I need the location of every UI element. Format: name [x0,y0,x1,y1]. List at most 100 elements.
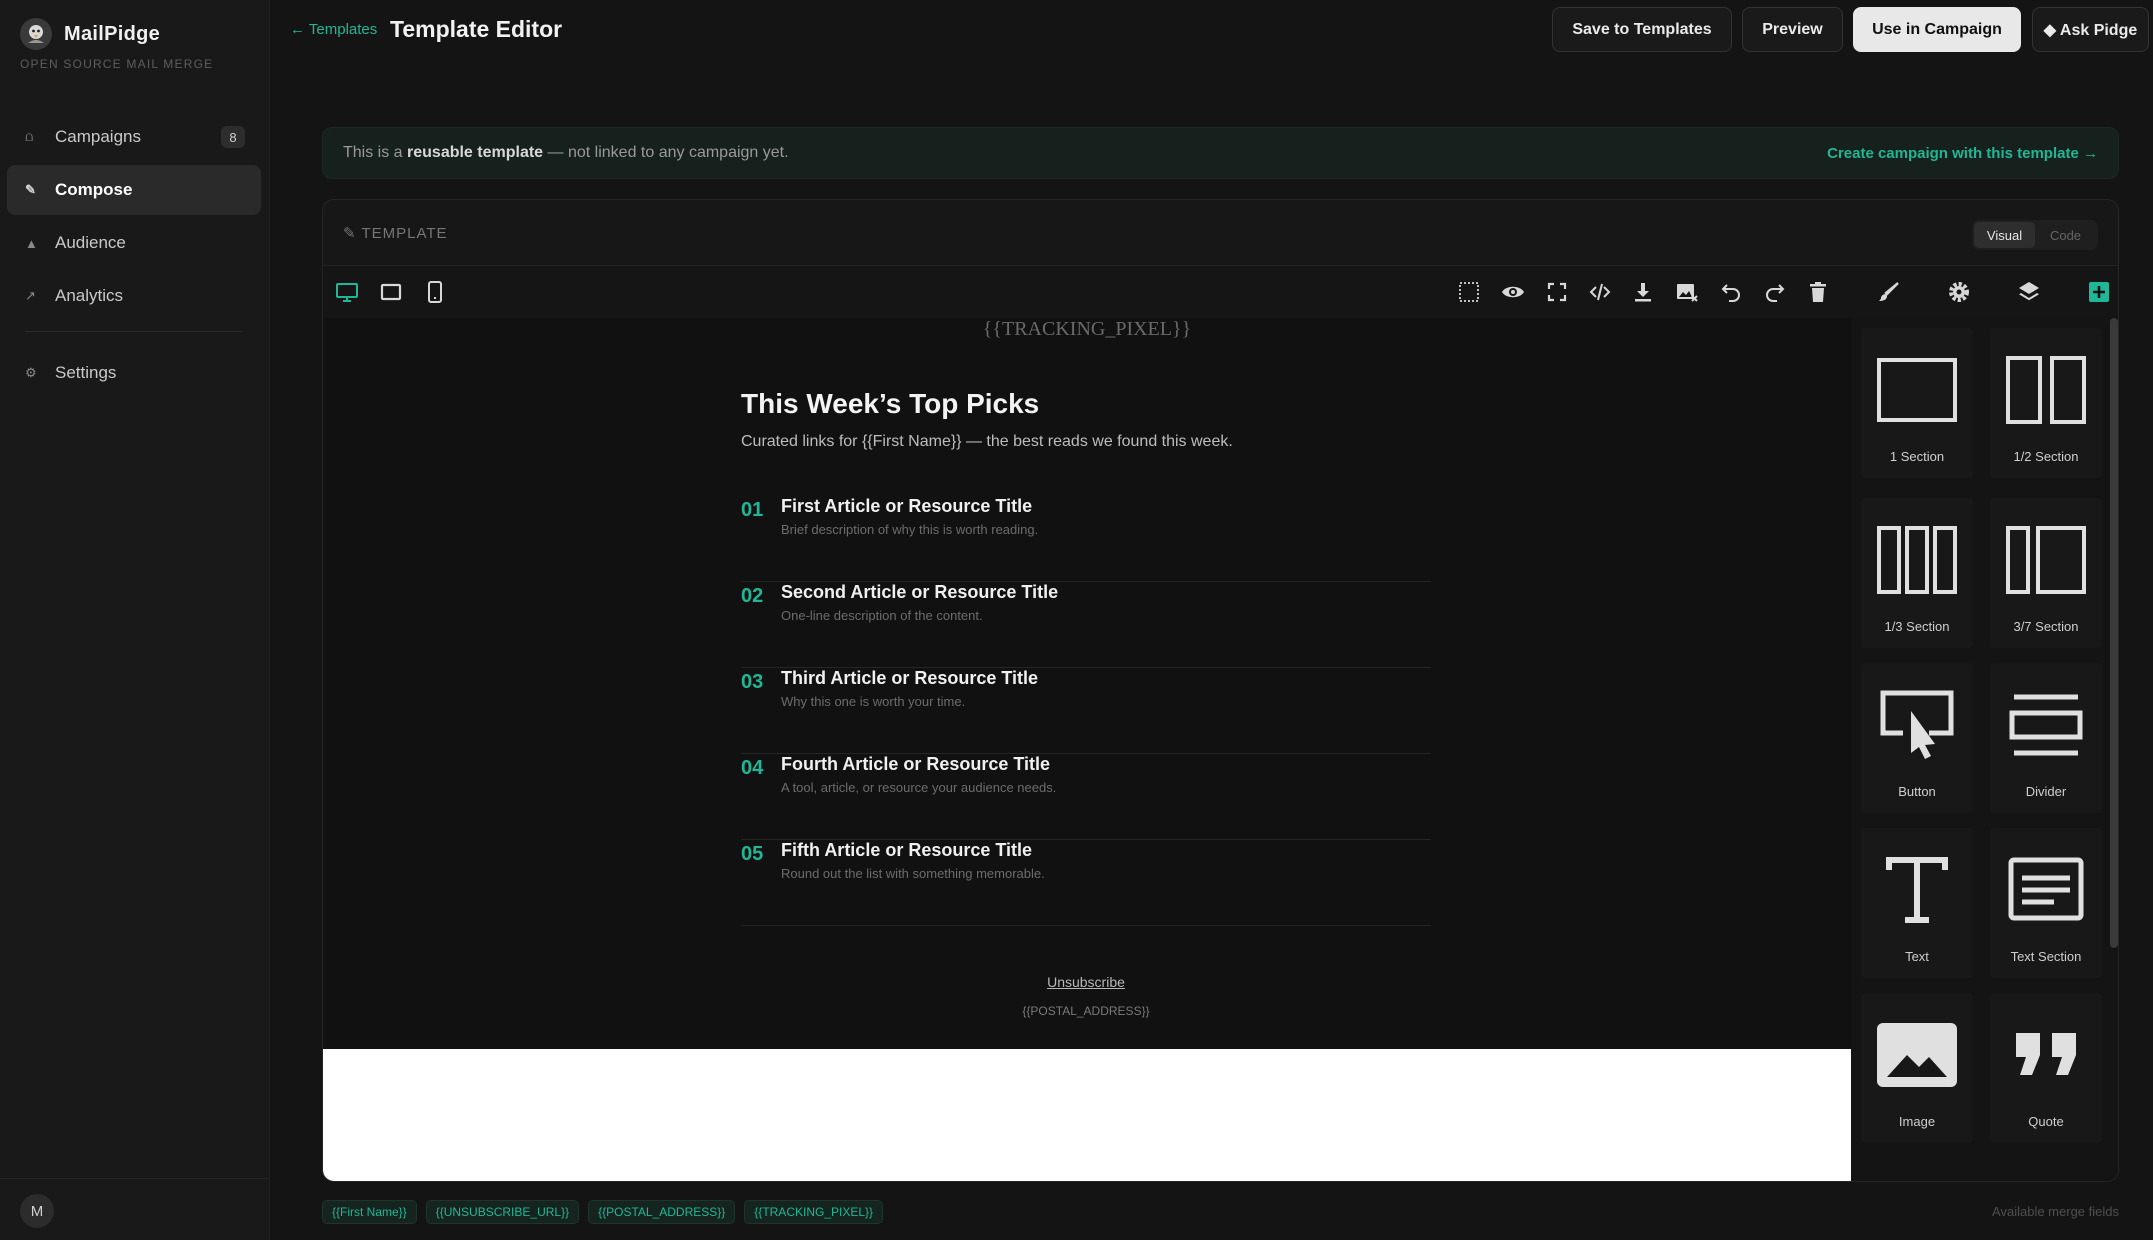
block-button[interactable]: Button [1861,663,1973,813]
create-campaign-link[interactable]: Create campaign with this template → [1827,145,2098,162]
block-three-seven-section[interactable]: 3/7 Section [1990,498,2102,648]
article-number: 01 [741,499,764,521]
email-canvas[interactable]: {{TRACKING_PIXEL}} This Week’s Top Picks… [323,318,1851,1181]
merge-chip-unsubscribe-url[interactable]: {{UNSUBSCRIBE_URL}} [425,1200,580,1224]
desktop-view-icon[interactable] [333,278,361,306]
merge-chip-first-name[interactable]: {{First Name}} [322,1200,417,1224]
brand[interactable]: MailPidge [20,18,160,50]
email-subtitle[interactable]: Curated links for {{First Name}} — the b… [741,433,1431,451]
tablet-view-icon[interactable] [377,278,405,306]
save-to-templates-button[interactable]: Save to Templates [1552,7,1732,52]
use-in-campaign-button[interactable]: Use in Campaign [1853,7,2021,52]
unsubscribe-link[interactable]: Unsubscribe [741,974,1431,990]
article-title: Second Article or Resource Title [781,582,1059,602]
text-block-icon [1886,857,1948,923]
sidebar-item-settings[interactable]: ⚙ Settings [7,348,261,398]
email-footer: Unsubscribe {{POSTAL_ADDRESS}} [741,974,1431,1018]
list-item[interactable]: 05 Fifth Article or Resource Title Round… [741,840,1431,926]
block-quote[interactable]: Quote [1990,993,2102,1143]
list-item[interactable]: 04 Fourth Article or Resource Title A to… [741,754,1431,840]
back-to-templates-link[interactable]: ← Templates [290,21,377,38]
gear-icon: ⚙ [25,365,37,380]
block-label: Image [1898,1114,1936,1129]
pigeon-logo-icon [20,18,52,50]
sidebar-item-compose[interactable]: ✎ Compose [7,165,261,215]
block-image[interactable]: Image [1861,993,1973,1143]
header: ← Templates Template Editor Save to Temp… [270,0,2153,60]
quote-block-icon [2016,1033,2076,1075]
merge-fields-hint: Available merge fields [1992,1204,2119,1219]
article-title: Third Article or Resource Title [781,668,1039,688]
avatar[interactable]: M [20,1194,54,1228]
sidebar-item-label: Analytics [55,286,124,305]
block-label: Button [1898,784,1936,799]
list-item[interactable]: 01 First Article or Resource Title Brief… [741,496,1431,582]
half-section-icon [2006,356,2086,424]
third-section-icon [1877,526,1957,594]
mobile-view-icon[interactable] [421,278,449,306]
mode-code-tab[interactable]: Code [2035,222,2096,248]
sidebar-item-campaigns[interactable]: ⩍ Campaigns 8 [7,112,261,162]
download-icon[interactable] [1629,278,1657,306]
block-label: Quote [2028,1114,2064,1129]
code-view-icon[interactable] [1586,278,1614,306]
block-label: Divider [2025,784,2067,799]
sidebar-item-label: Settings [55,363,117,382]
email-title[interactable]: This Week’s Top Picks [741,388,1431,420]
editor-label: ✎ TEMPLATE [343,225,448,242]
remove-image-icon[interactable] [1673,278,1701,306]
block-label: 3/7 Section [2013,619,2079,634]
block-label: 1/3 Section [1884,619,1950,634]
article-number: 05 [741,843,764,865]
block-one-section[interactable]: 1 Section [1861,328,1973,478]
article-description: Brief description of why this is worth r… [781,522,1039,537]
app-name: MailPidge [64,22,161,45]
block-label: 1/2 Section [2013,449,2079,464]
sidebar-item-analytics[interactable]: ↗ Analytics [7,271,261,321]
merge-chip-tracking-pixel[interactable]: {{TRACKING_PIXEL}} [744,1200,884,1224]
postal-address: {{POSTAL_ADDRESS}} [1022,1004,1150,1018]
settings-gear-icon[interactable] [1945,278,1973,306]
brush-style-icon[interactable] [1875,278,1903,306]
tracking-pixel-placeholder: {{TRACKING_PIXEL}} [982,318,1192,340]
block-label: Text Section [2010,949,2082,964]
article-number: 03 [741,671,764,693]
app-tagline: OPEN SOURCE MAIL MERGE [20,57,214,71]
block-label: Text [1905,949,1929,964]
one-section-icon [1877,358,1957,422]
sidebar-item-label: Campaigns [55,127,141,146]
mode-toggle: Visual Code [1972,220,2098,250]
article-title: First Article or Resource Title [781,496,1033,516]
list-item[interactable]: 03 Third Article or Resource Title Why t… [741,668,1431,754]
merge-chip-postal-address[interactable]: {{POSTAL_ADDRESS}} [588,1200,736,1224]
editor-toolbar [323,266,2118,318]
select-outline-icon[interactable] [1455,278,1483,306]
block-third-section[interactable]: 1/3 Section [1861,498,1973,648]
block-half-section[interactable]: 1/2 Section [1990,328,2102,478]
fullscreen-icon[interactable] [1543,278,1571,306]
add-block-icon[interactable] [2085,278,2113,306]
blocks-scrollbar[interactable] [2110,318,2118,948]
block-divider[interactable]: Divider [1990,663,2102,813]
layers-icon[interactable] [2015,278,2043,306]
article-description: One-line description of the content. [781,608,983,623]
article-title: Fourth Article or Resource Title [781,754,1051,774]
page-title: Template Editor [390,16,563,42]
block-text-section[interactable]: Text Section [1990,828,2102,978]
template-info-banner: This is a reusable template — not linked… [322,127,2119,179]
article-title: Fifth Article or Resource Title [781,840,1033,860]
eye-preview-icon[interactable] [1499,278,1527,306]
preview-button[interactable]: Preview [1742,7,1843,52]
block-text[interactable]: Text [1861,828,1973,978]
redo-icon[interactable] [1761,278,1789,306]
article-description: Round out the list with something memora… [781,866,1045,881]
editor-header: ✎ TEMPLATE Visual Code [323,200,2118,266]
ask-pidge-button[interactable]: ◆ Ask Pidge [2032,7,2149,52]
list-item[interactable]: 02 Second Article or Resource Title One-… [741,582,1431,668]
undo-icon[interactable] [1717,278,1745,306]
user-icon: ▲ [25,235,38,251]
canvas-blank-area[interactable] [323,1049,1851,1181]
mode-visual-tab[interactable]: Visual [1974,222,2035,248]
sidebar-item-audience[interactable]: ▲ Audience [7,218,261,268]
trash-icon[interactable] [1804,278,1832,306]
